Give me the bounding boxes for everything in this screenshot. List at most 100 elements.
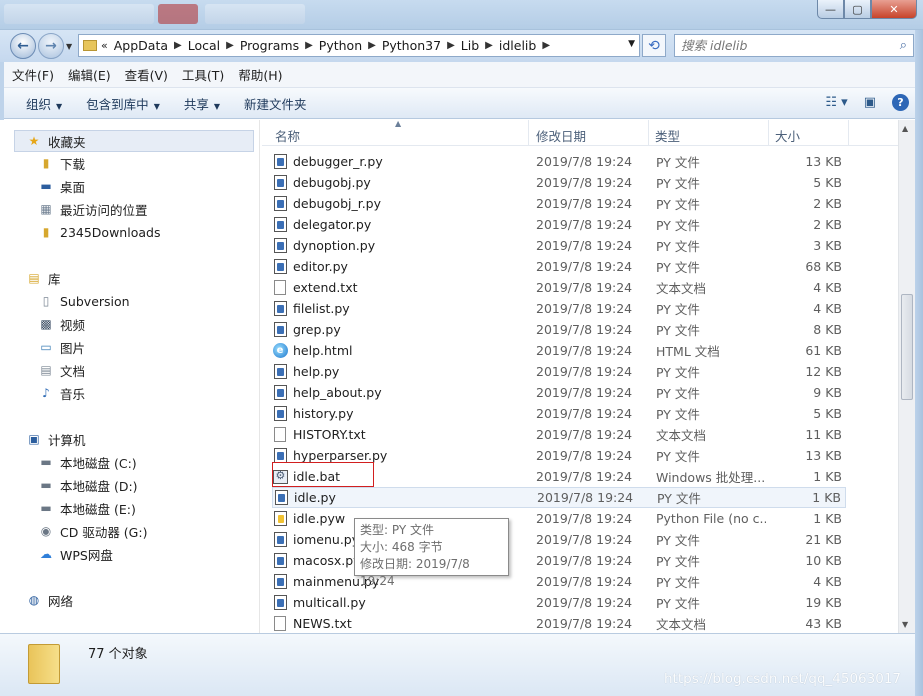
view-options-icon[interactable]: ☷ ▾ (825, 95, 847, 110)
breadcrumb-python[interactable]: Python ▶ (319, 38, 382, 53)
column-divider[interactable] (848, 120, 849, 146)
file-type: PY 文件 (656, 323, 700, 338)
file-row[interactable]: debugobj_r.py 2019/7/8 19:24 PY 文件 2 KB (272, 193, 846, 214)
document-icon: ▯ (42, 294, 50, 308)
background-window-thumb (4, 4, 154, 24)
nav-subversion[interactable]: ▯ Subversion (38, 291, 130, 311)
address-dropdown[interactable]: ▼ (628, 39, 635, 49)
file-row[interactable]: debugobj.py 2019/7/8 19:24 PY 文件 5 KB (272, 172, 846, 193)
close-button[interactable]: ✕ (871, 0, 917, 19)
file-row[interactable]: multicall.py 2019/7/8 19:24 PY 文件 19 KB (272, 592, 846, 613)
vertical-scrollbar[interactable]: ▲ ▼ (898, 120, 915, 633)
nav-drive-d[interactable]: ▬ 本地磁盘 (D:) (38, 475, 137, 495)
menu-help[interactable]: 帮助(H) (238, 65, 282, 84)
file-row[interactable]: editor.py 2019/7/8 19:24 PY 文件 68 KB (272, 256, 846, 277)
breadcrumb-lib[interactable]: Lib ▶ (461, 38, 499, 53)
file-row[interactable]: HISTORY.txt 2019/7/8 19:24 文本文档 11 KB (272, 424, 846, 445)
nav-videos[interactable]: ▩ 视频 (38, 314, 85, 334)
menu-file[interactable]: 文件(F) (12, 65, 54, 84)
menu-view[interactable]: 查看(V) (125, 65, 168, 84)
new-folder-button[interactable]: 新建文件夹 (244, 94, 307, 113)
address-bar[interactable]: « AppData ▶ Local ▶ Programs ▶ Python ▶ Pyth… (78, 34, 640, 57)
column-divider[interactable] (648, 120, 649, 146)
help-icon[interactable]: ? (892, 94, 909, 111)
nav-computer[interactable]: ▣ 计算机 (26, 429, 85, 449)
refresh-button[interactable]: ⟲ (642, 34, 666, 57)
organize-button[interactable]: 组织 ▼ (26, 94, 62, 113)
file-row[interactable]: delegator.py 2019/7/8 19:24 PY 文件 2 KB (272, 214, 846, 235)
nav-pictures[interactable]: ▭ 图片 (38, 337, 85, 357)
file-row[interactable]: e help.html 2019/7/8 19:24 HTML 文档 61 KB (272, 340, 846, 361)
share-button[interactable]: 共享 ▼ (184, 94, 220, 113)
file-row[interactable]: help.py 2019/7/8 19:24 PY 文件 12 KB (272, 361, 846, 382)
nav-2345downloads[interactable]: ▮ 2345Downloads (38, 222, 161, 242)
python-file-icon (272, 385, 288, 401)
navigation-pane: ★ 收藏夹 ▮ 下载 ▬ 桌面 ▦ 最近访问的位置 ▮ 2345Downloads ▤ 库 … (0, 120, 260, 633)
column-divider[interactable] (768, 120, 769, 146)
column-divider[interactable] (528, 120, 529, 146)
maximize-button[interactable]: ▢ (844, 0, 871, 19)
background-window-thumb (205, 4, 305, 24)
file-name: debugobj_r.py (293, 196, 382, 211)
breadcrumb-programs[interactable]: Programs ▶ (240, 38, 319, 53)
nav-drive-c[interactable]: ▬ 本地磁盘 (C:) (38, 452, 136, 472)
nav-music[interactable]: ♪ 音乐 (38, 383, 85, 403)
nav-libraries[interactable]: ▤ 库 (26, 268, 60, 288)
breadcrumb-overflow[interactable]: « (101, 39, 114, 52)
file-row[interactable]: filelist.py 2019/7/8 19:24 PY 文件 4 KB (272, 298, 846, 319)
file-row[interactable]: NEWS.txt 2019/7/8 19:24 文本文档 43 KB (272, 613, 846, 633)
nav-downloads[interactable]: ▮ 下载 (38, 153, 85, 173)
breadcrumb-python37[interactable]: Python37 ▶ (382, 38, 461, 53)
include-in-library-button[interactable]: 包含到库中 ▼ (86, 94, 160, 113)
html-file-icon: e (272, 343, 288, 359)
nav-drive-e[interactable]: ▬ 本地磁盘 (E:) (38, 498, 136, 518)
file-row[interactable]: debugger_r.py 2019/7/8 19:24 PY 文件 13 KB (272, 151, 846, 172)
column-name[interactable]: 名称 (275, 126, 300, 145)
downloads-folder-icon: ▮ (42, 156, 50, 170)
file-type: PY 文件 (656, 260, 700, 275)
file-row[interactable]: extend.txt 2019/7/8 19:24 文本文档 4 KB (272, 277, 846, 298)
python-file-icon (273, 490, 289, 506)
column-size[interactable]: 大小 (775, 126, 800, 145)
menu-tools[interactable]: 工具(T) (182, 65, 224, 84)
nav-favorites[interactable]: ★ 收藏夹 (26, 131, 86, 151)
file-type: PY 文件 (656, 554, 700, 569)
menu-bar: 文件(F) 编辑(E) 查看(V) 工具(T) 帮助(H) (0, 62, 923, 88)
file-row[interactable]: history.py 2019/7/8 19:24 PY 文件 5 KB (272, 403, 846, 424)
column-date[interactable]: 修改日期 (536, 126, 586, 145)
scrollbar-thumb[interactable] (901, 294, 913, 400)
nav-wps-drive[interactable]: ☁ WPS网盘 (38, 544, 113, 564)
scroll-down-arrow[interactable]: ▼ (902, 620, 908, 629)
file-type: PY 文件 (656, 239, 700, 254)
preview-pane-icon[interactable]: ▣ (864, 95, 876, 110)
file-size: 4 KB (813, 301, 842, 316)
search-input[interactable] (675, 35, 880, 56)
file-size: 1 KB (813, 511, 842, 526)
nav-recent-places[interactable]: ▦ 最近访问的位置 (38, 199, 147, 219)
breadcrumb-local[interactable]: Local ▶ (188, 38, 240, 53)
file-row[interactable]: grep.py 2019/7/8 19:24 PY 文件 8 KB (272, 319, 846, 340)
breadcrumb-idlelib[interactable]: idlelib ▶ (499, 38, 556, 53)
nav-documents[interactable]: ▤ 文档 (38, 360, 85, 380)
file-row[interactable]: dynoption.py 2019/7/8 19:24 PY 文件 3 KB (272, 235, 846, 256)
highlight-annotation-box (272, 462, 374, 487)
file-row[interactable]: idle.py 2019/7/8 19:24 PY 文件 1 KB (272, 487, 846, 508)
scroll-up-arrow[interactable]: ▲ (902, 124, 908, 133)
recent-pages-dropdown[interactable]: ▼ (66, 42, 72, 51)
minimize-button[interactable]: — (817, 0, 844, 19)
file-type: PY 文件 (656, 218, 700, 233)
forward-button[interactable]: → (38, 33, 64, 59)
nav-cd-drive-g[interactable]: ◉ CD 驱动器 (G:) (38, 521, 148, 541)
nav-network[interactable]: ◍ 网络 (26, 590, 73, 610)
column-type[interactable]: 类型 (655, 126, 680, 145)
file-date: 2019/7/8 19:24 (536, 175, 633, 190)
menu-edit[interactable]: 编辑(E) (68, 65, 111, 84)
back-button[interactable]: ← (10, 33, 36, 59)
python-file-icon (272, 301, 288, 317)
search-icon[interactable]: ⌕ (900, 38, 907, 53)
nav-desktop[interactable]: ▬ 桌面 (38, 176, 85, 196)
file-date: 2019/7/8 19:24 (536, 511, 633, 526)
file-size: 10 KB (805, 553, 842, 568)
breadcrumb-appdata[interactable]: AppData ▶ (114, 38, 188, 53)
file-row[interactable]: help_about.py 2019/7/8 19:24 PY 文件 9 KB (272, 382, 846, 403)
